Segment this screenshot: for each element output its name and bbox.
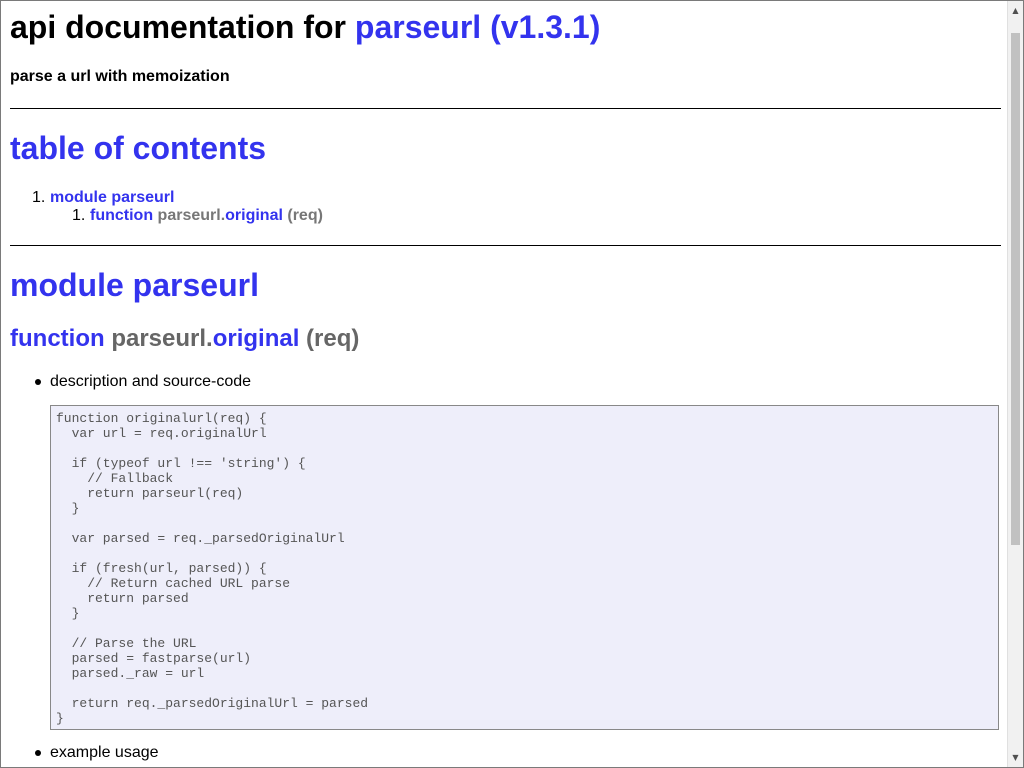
package-description: parse a url with memoization xyxy=(10,68,230,85)
toc-function-member: original xyxy=(225,207,283,224)
example-usage-label: example usage xyxy=(50,744,159,761)
toc-function-object: parseurl. xyxy=(157,207,226,224)
description-label: description and source-code xyxy=(50,373,252,390)
page-title-prefix: api documentation for xyxy=(10,9,346,45)
divider xyxy=(10,245,1001,246)
function-heading: function parseurl.original (req) xyxy=(10,325,359,353)
bullet-dot xyxy=(35,750,41,756)
source-code-block: function originalurl(req) { var url = re… xyxy=(50,405,999,730)
bullet-dot xyxy=(35,379,41,385)
function-args: (req) xyxy=(306,325,360,352)
toc-link-function-original[interactable]: function parseurl.original (req) xyxy=(90,206,323,225)
page-title: api documentation for parseurl (v1.3.1) xyxy=(10,9,600,46)
toc-link-module-parseurl[interactable]: module parseurl xyxy=(50,188,174,207)
function-keyword: function xyxy=(10,325,105,352)
module-heading: module parseurl xyxy=(10,267,259,303)
package-link[interactable]: parseurl (v1.3.1) xyxy=(355,9,600,45)
toc-function-keyword: function xyxy=(90,207,154,224)
arrow-down-icon[interactable]: ▼ xyxy=(1008,750,1023,765)
scrollbar-thumb[interactable] xyxy=(1011,33,1020,545)
browser-viewport: api documentation for parseurl (v1.3.1) … xyxy=(0,0,1024,768)
toc-function-args: (req) xyxy=(287,207,323,224)
function-object: parseurl. xyxy=(111,325,213,352)
divider xyxy=(10,108,1001,109)
toc-item-number: 1. xyxy=(32,189,46,206)
function-member: original xyxy=(212,325,300,352)
toc-subitem-number: 1. xyxy=(72,207,86,224)
vertical-scrollbar[interactable]: ▲ ▼ xyxy=(1007,1,1023,767)
toc-heading: table of contents xyxy=(10,130,267,166)
arrow-up-icon[interactable]: ▲ xyxy=(1008,3,1023,18)
